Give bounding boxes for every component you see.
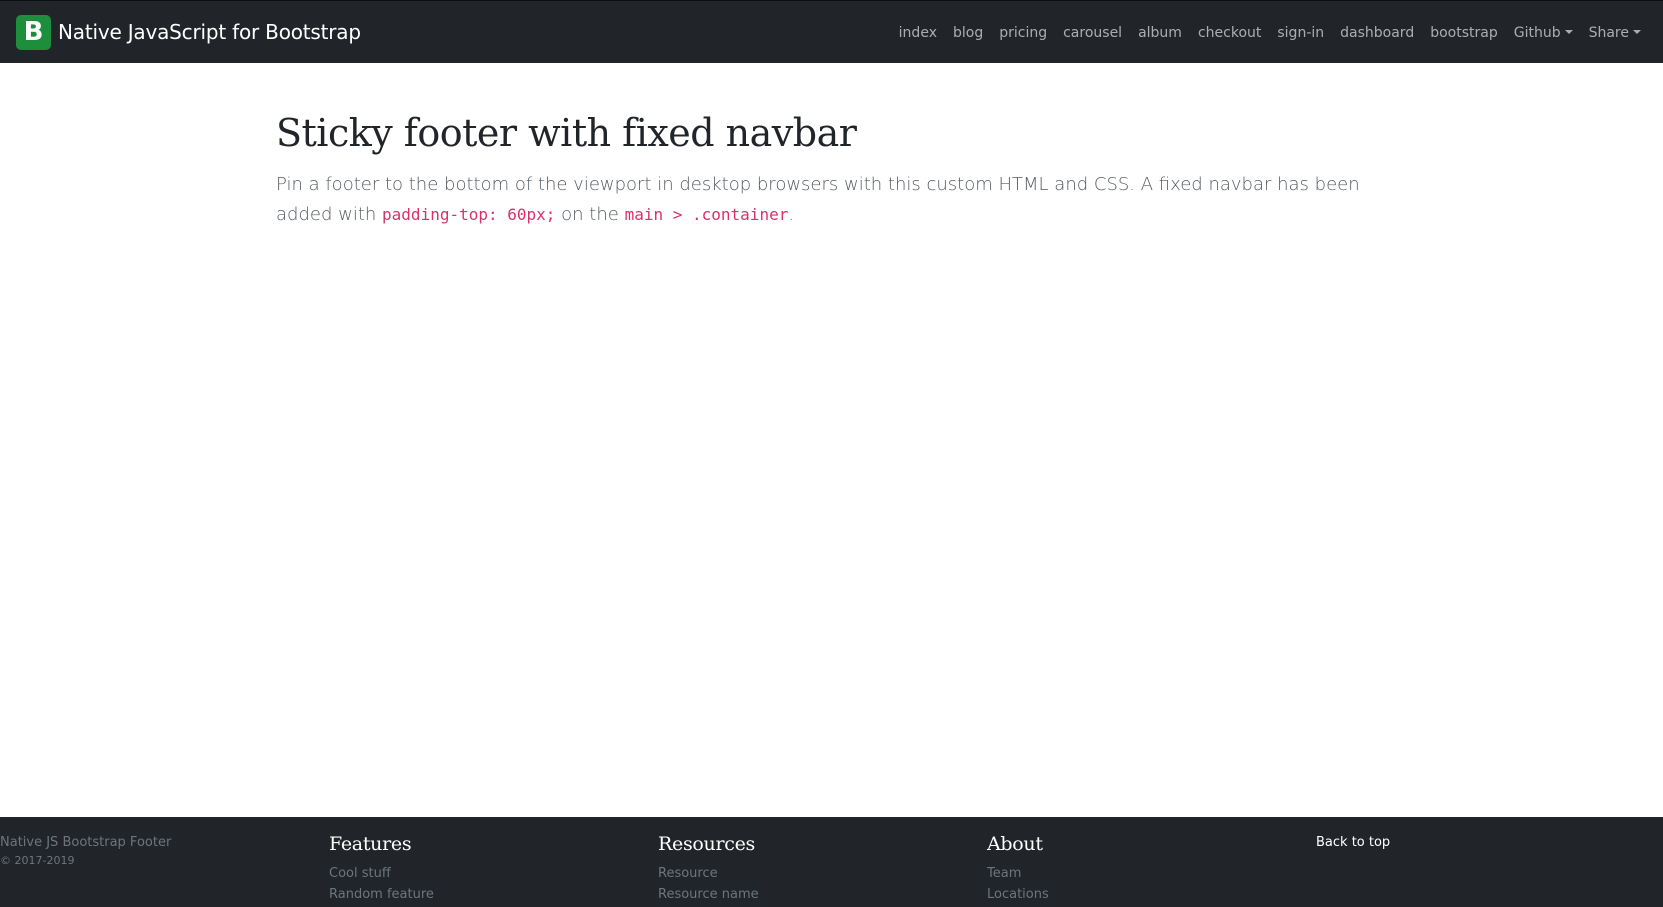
lead-text: on the (561, 204, 619, 225)
code-snippet-selector: main > .container (624, 205, 789, 224)
lead-text-period: . (788, 204, 795, 225)
nav-link-blog[interactable]: blog (953, 25, 983, 41)
nav-link-carousel[interactable]: carousel (1063, 25, 1122, 41)
footer-heading-features: Features (329, 833, 412, 855)
footer-resources-column: Resources Resource Resource name (658, 817, 759, 905)
footer-heading-resources: Resources (658, 833, 755, 855)
footer-link[interactable]: Random feature (329, 884, 434, 905)
nav-menu: index blog pricing carousel album checko… (883, 1, 1641, 64)
footer-about-list: Team Locations (987, 863, 1049, 905)
github-dropdown[interactable]: Github (1514, 25, 1573, 41)
top-navbar: B Native JavaScript for Bootstrap index … (0, 0, 1663, 63)
footer-back-column: Back to top (1316, 817, 1390, 850)
footer-features-column: Features Cool stuff Random feature (329, 817, 434, 905)
back-to-top-link[interactable]: Back to top (1316, 835, 1390, 850)
footer: Native JS Bootstrap Footer © 2017-2019 F… (0, 817, 1663, 907)
footer-link[interactable]: Locations (987, 884, 1049, 905)
nav-link-sign-in[interactable]: sign-in (1277, 25, 1324, 41)
footer-features-list: Cool stuff Random feature (329, 863, 434, 905)
lead-paragraph: Pin a footer to the bottom of the viewpo… (276, 170, 1406, 230)
nav-link-album[interactable]: album (1138, 25, 1182, 41)
footer-link[interactable]: Team (987, 863, 1049, 884)
share-dropdown[interactable]: Share (1589, 25, 1641, 41)
footer-link[interactable]: Resource name (658, 884, 759, 905)
caret-down-icon (1633, 29, 1641, 34)
nav-link-index[interactable]: index (899, 25, 937, 41)
footer-brand: Native JS Bootstrap Footer (0, 835, 172, 850)
main-container: Sticky footer with fixed navbar Pin a fo… (276, 108, 1406, 230)
nav-link-checkout[interactable]: checkout (1198, 25, 1261, 41)
footer-copyright: © 2017-2019 (0, 854, 75, 867)
caret-down-icon (1564, 29, 1573, 34)
brand-link[interactable]: B Native JavaScript for Bootstrap (16, 14, 361, 50)
share-dropdown-label: Share (1588, 24, 1629, 41)
footer-link[interactable]: Cool stuff (329, 863, 434, 884)
brand-name: Native JavaScript for Bootstrap (58, 20, 361, 44)
nav-link-bootstrap[interactable]: bootstrap (1430, 25, 1498, 41)
footer-brand-column: Native JS Bootstrap Footer © 2017-2019 (0, 817, 171, 867)
footer-heading-about: About (987, 833, 1043, 855)
code-snippet-padding: padding-top: 60px; (382, 205, 556, 224)
footer-link[interactable]: Resource (658, 863, 759, 884)
github-dropdown-label: Github (1513, 24, 1561, 41)
nav-link-pricing[interactable]: pricing (999, 25, 1047, 41)
footer-resources-list: Resource Resource name (658, 863, 759, 905)
footer-about-column: About Team Locations (987, 817, 1049, 905)
bootstrap-logo-icon: B (16, 14, 51, 50)
page-title: Sticky footer with fixed navbar (276, 111, 857, 155)
nav-link-dashboard[interactable]: dashboard (1340, 25, 1414, 41)
